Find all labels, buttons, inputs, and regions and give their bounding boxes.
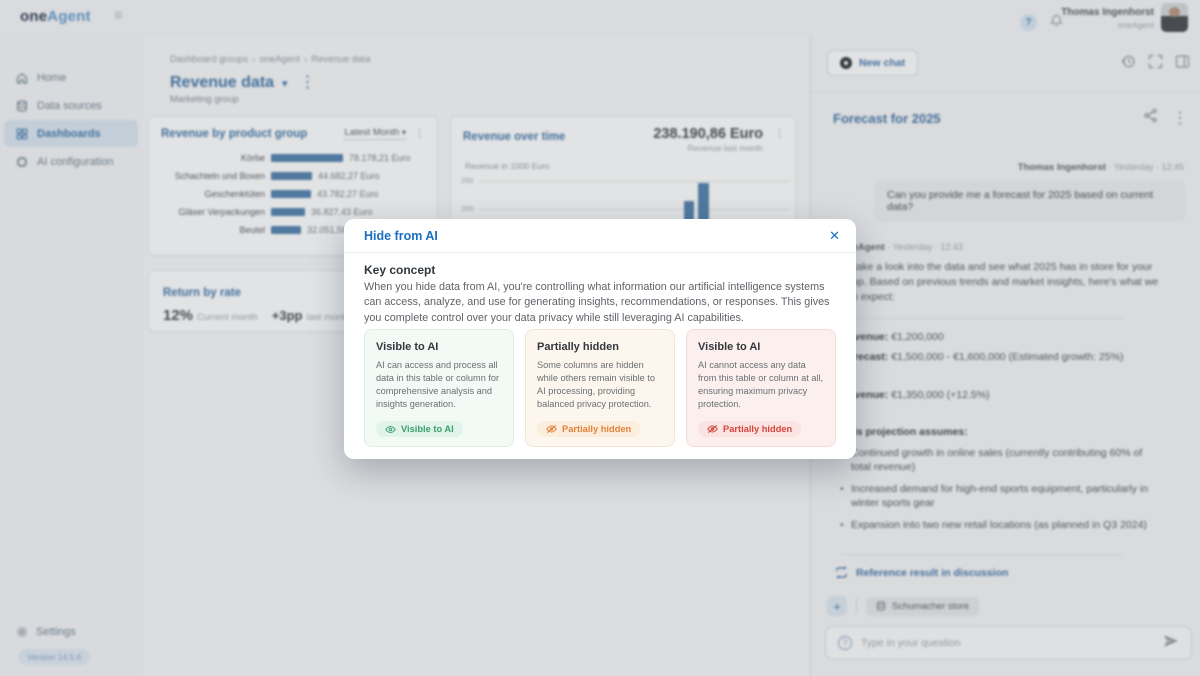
card-title: Visible to AI bbox=[376, 341, 502, 353]
visibility-card-hidden: Visible to AI AI cannot access any data … bbox=[686, 329, 836, 447]
status-badge: Partially hidden bbox=[698, 421, 801, 437]
status-badge: Partially hidden bbox=[537, 421, 640, 437]
visibility-card-visible: Visible to AI AI can access and process … bbox=[364, 329, 514, 447]
card-body: AI can access and process all data in th… bbox=[376, 359, 502, 411]
modal-section-title: Key concept bbox=[364, 263, 435, 277]
visibility-card-partial: Partially hidden Some columns are hidden… bbox=[525, 329, 675, 447]
card-title: Visible to AI bbox=[698, 341, 824, 353]
status-badge: Visible to AI bbox=[376, 421, 463, 437]
modal-title: Hide from AI bbox=[364, 229, 438, 243]
close-icon[interactable]: ✕ bbox=[829, 228, 840, 244]
modal-header: Hide from AI ✕ bbox=[344, 219, 856, 253]
modal-body-text: When you hide data from AI, you're contr… bbox=[364, 280, 838, 326]
card-title: Partially hidden bbox=[537, 341, 663, 353]
card-body: Some columns are hidden while others rem… bbox=[537, 359, 663, 411]
eye-off-icon bbox=[707, 424, 718, 434]
eye-off-icon bbox=[546, 424, 557, 434]
screen: oneAgent ≡ ? Thomas Ingenhorst oneAgent … bbox=[0, 0, 1200, 676]
card-body: AI cannot access any data from this tabl… bbox=[698, 359, 824, 411]
hide-from-ai-modal: Hide from AI ✕ Key concept When you hide… bbox=[344, 219, 856, 459]
eye-icon bbox=[385, 425, 396, 434]
